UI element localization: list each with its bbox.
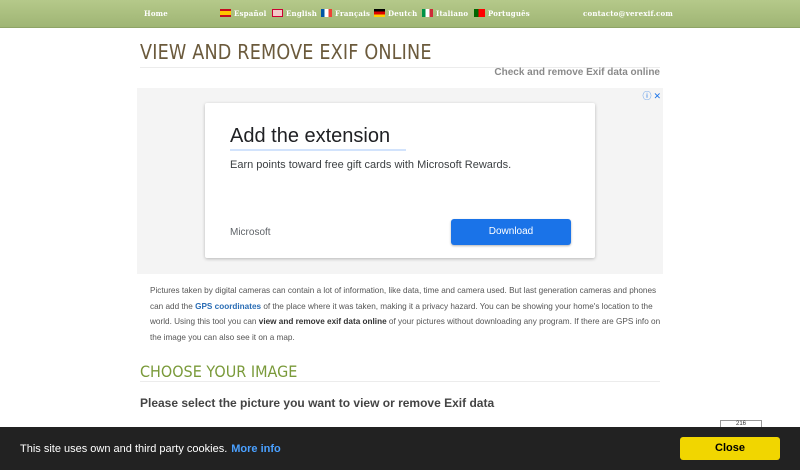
nav-lang-label: Français <box>335 9 371 18</box>
more-info-link[interactable]: More info <box>231 443 281 455</box>
nav-lang-de[interactable]: Deutch <box>374 9 417 18</box>
nav-lang-pt[interactable]: Português <box>474 9 530 18</box>
flag-fr-icon <box>321 9 332 17</box>
ad-download-button[interactable]: Download <box>451 219 571 245</box>
nav-lang-label: Italiano <box>436 9 469 18</box>
cookie-close-button[interactable]: Close <box>680 437 780 460</box>
gps-coordinates-link[interactable]: GPS coordinates <box>195 302 261 311</box>
nav-lang-label: Español <box>234 9 267 18</box>
nav-lang-es[interactable]: Español <box>220 9 267 18</box>
cookie-banner: This site uses own and third party cooki… <box>0 427 800 470</box>
nav-lang-en[interactable]: English <box>272 9 317 18</box>
nav-lang-label: Deutch <box>388 9 418 18</box>
intro-bold-text: view and remove exif data online <box>258 317 387 326</box>
top-nav: Home Español English Français Deutch Ita… <box>0 0 800 28</box>
ad-choices[interactable]: ⓘ ✕ <box>640 89 661 102</box>
page-subtitle: Check and remove Exif data online <box>494 67 660 78</box>
nav-home-link[interactable]: Home <box>144 9 168 18</box>
choose-image-heading: CHOOSE YOUR IMAGE <box>140 362 298 381</box>
flag-de-icon <box>374 9 385 17</box>
close-icon[interactable]: ✕ <box>653 91 661 102</box>
cookie-text: This site uses own and third party cooki… <box>20 443 228 455</box>
cookie-message: This site uses own and third party cooki… <box>20 443 281 455</box>
nav-lang-fr[interactable]: Français <box>321 9 370 18</box>
page-title: VIEW AND REMOVE EXIF ONLINE <box>140 40 432 64</box>
flag-es-icon <box>220 9 231 17</box>
flag-it-icon <box>422 9 433 17</box>
ad-description: Earn points toward free gift cards with … <box>230 159 512 171</box>
ad-headline[interactable]: Add the extension <box>230 125 390 148</box>
ad-brand: Microsoft <box>230 227 271 238</box>
nav-lang-it[interactable]: Italiano <box>422 9 468 18</box>
nav-lang-label: Português <box>488 9 530 18</box>
flag-pt-icon <box>474 9 485 17</box>
ad-banner[interactable]: ⓘ ✕ Add the extension Earn points toward … <box>137 88 663 274</box>
select-picture-prompt: Please select the picture you want to vi… <box>140 396 495 410</box>
info-icon[interactable]: ⓘ <box>642 89 651 102</box>
nav-lang-label: English <box>286 9 318 18</box>
ad-card[interactable]: Add the extension Earn points toward fre… <box>205 103 595 258</box>
flag-en-icon <box>272 9 283 17</box>
nav-contact-link[interactable]: contacto@verexif.com <box>583 9 673 18</box>
section-divider <box>140 381 660 382</box>
intro-paragraph: Pictures taken by digital cameras can co… <box>150 283 665 345</box>
ad-headline-underline <box>230 149 406 151</box>
